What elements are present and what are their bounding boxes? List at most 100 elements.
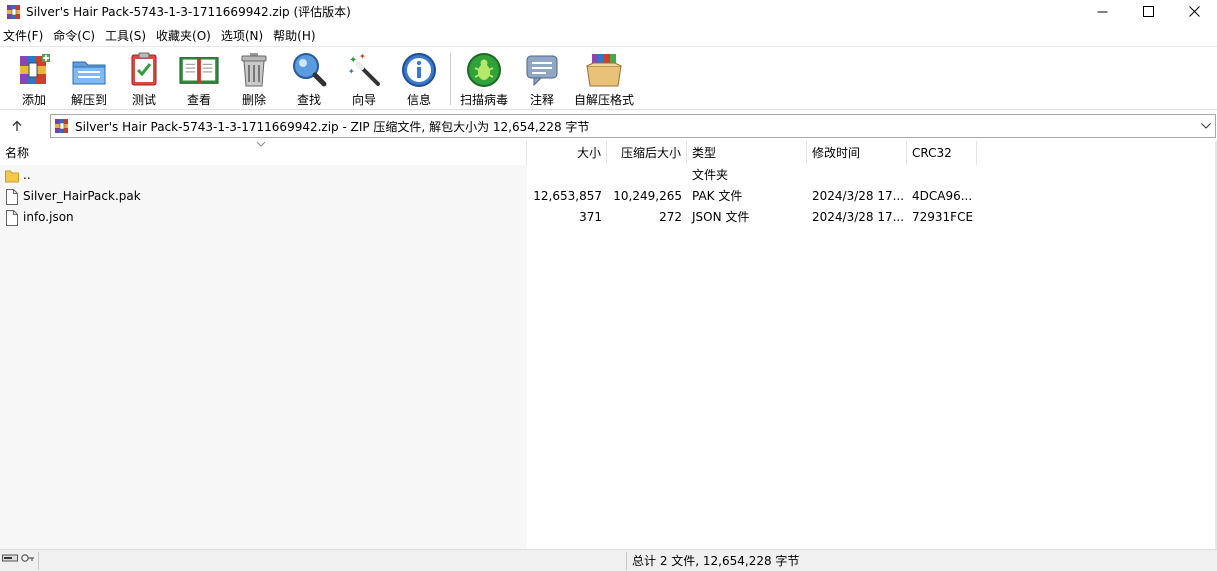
up-level-button[interactable] xyxy=(6,117,28,135)
maximize-button[interactable] xyxy=(1125,0,1171,23)
window-title: Silver's Hair Pack-5743-1-3-1711669942.z… xyxy=(26,5,351,19)
file-name: info.json xyxy=(23,210,74,224)
test-label: 测试 xyxy=(131,93,156,107)
extract-to-button[interactable]: 解压到 xyxy=(68,51,110,109)
sfx-button[interactable]: 自解压格式 xyxy=(573,51,635,109)
svg-text:✦: ✦ xyxy=(348,67,355,76)
key-icon xyxy=(21,554,34,562)
arrow-up-icon xyxy=(12,120,22,131)
table-row[interactable]: info.json 371 272 JSON 文件 2024/3/28 17..… xyxy=(0,207,1217,228)
file-type: 文件夹 xyxy=(692,168,729,182)
status-icons xyxy=(2,553,35,563)
menu-options[interactable]: 选项(N) xyxy=(218,27,270,44)
file-size: 371 xyxy=(579,210,602,224)
status-bar: 总计 2 文件, 12,654,228 字节 xyxy=(0,549,1217,571)
path-combobox[interactable]: Silver's Hair Pack-5743-1-3-1711669942.z… xyxy=(50,114,1216,138)
virus-scan-label: 扫描病毒 xyxy=(459,93,508,107)
folder-icon xyxy=(5,168,19,184)
view-book-icon xyxy=(179,51,219,89)
svg-text:✦: ✦ xyxy=(359,52,366,61)
comment-button[interactable]: 注释 xyxy=(522,51,562,109)
table-row[interactable]: Silver_HairPack.pak 12,653,857 10,249,26… xyxy=(0,186,1217,207)
file-size: 12,653,857 xyxy=(533,189,602,203)
extract-to-label: 解压到 xyxy=(70,93,107,107)
menu-favorites[interactable]: 收藏夹(O) xyxy=(153,27,218,44)
file-size xyxy=(527,165,607,186)
sfx-label: 自解压格式 xyxy=(573,93,634,107)
file-crc xyxy=(907,165,977,186)
menu-commands[interactable]: 命令(C) xyxy=(50,27,102,44)
menu-file[interactable]: 文件(F) xyxy=(0,27,50,44)
minimize-button[interactable] xyxy=(1079,0,1125,23)
virus-scan-button[interactable]: 扫描病毒 xyxy=(458,51,510,109)
file-name: Silver_HairPack.pak xyxy=(23,189,141,203)
file-type: PAK 文件 xyxy=(692,189,743,203)
add-archive-icon xyxy=(14,51,54,89)
file-packed-size: 272 xyxy=(659,210,682,224)
menu-bar: 文件(F) 命令(C) 工具(S) 收藏夹(O) 选项(N) 帮助(H) xyxy=(0,25,323,45)
address-bar: Silver's Hair Pack-5743-1-3-1711669942.z… xyxy=(0,112,1217,140)
menu-help[interactable]: 帮助(H) xyxy=(270,27,322,44)
status-divider xyxy=(38,552,39,570)
close-icon xyxy=(1188,6,1200,17)
col-header-modified[interactable]: 修改时间 xyxy=(807,141,907,165)
archive-icon xyxy=(54,118,70,134)
file-name: .. xyxy=(23,168,31,182)
file-crc: 4DCA96... xyxy=(912,189,973,203)
chevron-down-icon[interactable] xyxy=(1199,119,1213,133)
file-list[interactable]: 名称 大小 压缩后大小 类型 修改时间 CRC32 .. 文件夹 Silver_… xyxy=(0,141,1217,549)
find-label: 查找 xyxy=(296,93,321,107)
find-magnifier-icon xyxy=(289,51,329,89)
col-header-size[interactable]: 大小 xyxy=(527,141,607,165)
file-crc: 72931FCE xyxy=(912,210,974,224)
sort-descending-icon xyxy=(256,141,266,147)
col-header-crc[interactable]: CRC32 xyxy=(907,141,977,165)
minimize-icon xyxy=(1097,11,1107,13)
add-label: 添加 xyxy=(21,93,46,107)
col-header-type[interactable]: 类型 xyxy=(687,141,807,165)
col-header-packed[interactable]: 压缩后大小 xyxy=(607,141,687,165)
file-packed-size xyxy=(607,165,687,186)
file-type: JSON 文件 xyxy=(692,210,750,224)
test-button[interactable]: 测试 xyxy=(124,51,164,109)
comment-icon xyxy=(522,51,562,89)
file-icon xyxy=(5,188,19,205)
info-icon xyxy=(399,51,439,89)
table-row[interactable]: .. 文件夹 xyxy=(0,165,1217,186)
sfx-box-icon xyxy=(584,51,624,89)
file-modified: 2024/3/28 17... xyxy=(812,210,905,224)
file-icon xyxy=(5,209,19,226)
wizard-wand-icon: ✦ ✦ ✦ xyxy=(344,51,384,89)
path-text: Silver's Hair Pack-5743-1-3-1711669942.z… xyxy=(75,119,590,134)
wizard-button[interactable]: ✦ ✦ ✦ 向导 xyxy=(344,51,384,109)
view-button[interactable]: 查看 xyxy=(178,51,220,109)
svg-text:✦: ✦ xyxy=(349,55,357,66)
delete-button[interactable]: 删除 xyxy=(234,51,274,109)
view-label: 查看 xyxy=(186,93,211,107)
trash-icon xyxy=(234,51,274,89)
extract-to-icon xyxy=(69,51,109,89)
info-label: 信息 xyxy=(406,93,431,107)
winrar-app-icon xyxy=(6,4,22,20)
wizard-label: 向导 xyxy=(351,93,376,107)
status-divider xyxy=(626,552,627,570)
toolbar: 添加 解压到 测试 查看 删除 查找 ✦ ✦ ✦ 向导 信息 扫描病毒 注释 自… xyxy=(0,46,1217,110)
menu-tools[interactable]: 工具(S) xyxy=(102,27,153,44)
title-bar: Silver's Hair Pack-5743-1-3-1711669942.z… xyxy=(0,0,1217,23)
status-summary: 总计 2 文件, 12,654,228 字节 xyxy=(632,554,800,568)
virus-scan-icon xyxy=(464,51,504,89)
comment-label: 注释 xyxy=(529,93,554,107)
drive-icon xyxy=(2,554,18,562)
winrar-window: Silver's Hair Pack-5743-1-3-1711669942.z… xyxy=(0,0,1217,571)
column-header: 名称 大小 压缩后大小 类型 修改时间 CRC32 xyxy=(0,141,1217,165)
file-modified xyxy=(807,165,907,186)
add-button[interactable]: 添加 xyxy=(14,51,54,109)
file-packed-size: 10,249,265 xyxy=(613,189,682,203)
file-modified: 2024/3/28 17... xyxy=(812,189,905,203)
maximize-icon xyxy=(1142,6,1154,17)
info-button[interactable]: 信息 xyxy=(399,51,439,109)
delete-label: 删除 xyxy=(241,93,266,107)
close-button[interactable] xyxy=(1171,0,1217,23)
test-icon xyxy=(124,51,164,89)
find-button[interactable]: 查找 xyxy=(289,51,329,109)
